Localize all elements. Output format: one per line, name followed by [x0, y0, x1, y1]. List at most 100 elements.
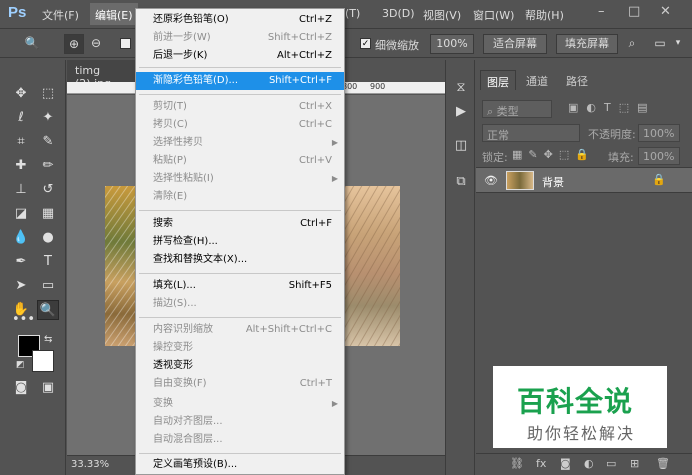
menu-item-content-aware-scale[interactable]: 内容识别缩放 Alt+Shift+Ctrl+C: [136, 321, 344, 339]
rectangle-tool-icon[interactable]: ▭: [37, 276, 59, 296]
menu-item-undo[interactable]: 还原彩色铅笔(O) Ctrl+Z: [136, 11, 344, 29]
zoom-out-icon[interactable]: ⊖: [86, 34, 106, 54]
zoom-in-icon[interactable]: ⊕: [64, 34, 84, 54]
actual-pixels-button[interactable]: 100%: [430, 34, 474, 54]
scrubby-zoom-checkbox[interactable]: ✓: [360, 38, 371, 49]
menu-item-define-brush[interactable]: 定义画笔预设(B)...: [136, 456, 344, 474]
swap-colors-icon[interactable]: ⇆: [44, 334, 52, 345]
screen-mode-icon[interactable]: ▣: [37, 378, 59, 398]
lock-icons[interactable]: ▦✎✥⬚🔒: [512, 148, 595, 161]
actions-play-icon[interactable]: ▶: [451, 102, 471, 122]
filter-kind-select[interactable]: ⌕ 类型: [482, 100, 552, 118]
menu-item-cut[interactable]: 剪切(T) Ctrl+X: [136, 98, 344, 116]
history-panel-icon[interactable]: ⧖: [451, 78, 471, 98]
menu-item-fill[interactable]: 填充(L)... Shift+F5: [136, 277, 344, 295]
path-selection-icon[interactable]: ➤: [10, 276, 32, 296]
menu-item-search[interactable]: 搜索 Ctrl+F: [136, 215, 344, 233]
lasso-tool-icon[interactable]: ℓ: [10, 108, 32, 128]
menu-item-auto-align[interactable]: 自动对齐图层...: [136, 413, 344, 431]
eraser-tool-icon[interactable]: ◪: [10, 204, 32, 224]
workspace-icon[interactable]: ▭: [650, 34, 670, 54]
zoom-tool-icon[interactable]: 🔍: [37, 300, 59, 320]
new-group-icon[interactable]: ▭: [606, 457, 616, 470]
fill-screen-button[interactable]: 填充屏幕: [556, 34, 618, 54]
menu-view[interactable]: 视图(V): [423, 7, 461, 23]
add-mask-icon[interactable]: ◙: [560, 457, 571, 470]
menu-item-puppet-warp[interactable]: 操控变形: [136, 339, 344, 357]
eyedropper-icon[interactable]: ✎: [37, 132, 59, 152]
brush-tool-icon[interactable]: ✏: [37, 156, 59, 176]
fit-screen-button[interactable]: 适合屏幕: [483, 34, 547, 54]
close-icon[interactable]: ✕: [660, 4, 671, 19]
more-tools-icon[interactable]: •••: [12, 310, 35, 330]
watermark: 百科全说 助你轻松解决: [493, 366, 667, 448]
menu-item-paste-special[interactable]: 选择性粘贴(I) ▶: [136, 170, 344, 188]
filter-icons[interactable]: ▣◐T⬚▤: [568, 101, 656, 114]
resize-windows-checkbox[interactable]: [120, 38, 131, 49]
adjustments-icon[interactable]: ◫: [451, 136, 471, 156]
tab-layers[interactable]: 图层: [480, 70, 516, 90]
menu-item-step-forward[interactable]: 前进一步(W) Shift+Ctrl+Z: [136, 29, 344, 47]
blend-mode-select[interactable]: 正常: [482, 124, 580, 142]
menu-item-perspective-warp[interactable]: 透视变形: [136, 357, 344, 375]
crop-tool-icon[interactable]: ⌗: [10, 132, 32, 152]
move-tool-icon[interactable]: ✥: [10, 84, 32, 104]
menu-file[interactable]: 文件(F): [42, 7, 79, 23]
background-color-swatch[interactable]: [32, 350, 54, 372]
menu-item-shortcut: Shift+Ctrl+F: [268, 75, 332, 86]
watermark-subtitle: 助你轻松解决: [527, 424, 636, 443]
clone-stamp-icon[interactable]: ⊥: [10, 180, 32, 200]
menu-item-step-backward[interactable]: 后退一步(K) Alt+Ctrl+Z: [136, 47, 344, 65]
menu-item-copy-special[interactable]: 选择性拷贝 ▶: [136, 134, 344, 152]
marquee-tool-icon[interactable]: ⬚: [37, 84, 59, 104]
menu-item-copy[interactable]: 拷贝(C) Ctrl+C: [136, 116, 344, 134]
menu-item-shortcut: Shift+F5: [288, 280, 332, 291]
delete-layer-icon[interactable]: 🗑: [656, 457, 670, 470]
menu-item-spell-check[interactable]: 拼写检查(H)...: [136, 233, 344, 251]
menu-item-shortcut: Shift+Ctrl+Z: [267, 32, 332, 43]
blur-tool-icon[interactable]: 💧: [10, 228, 32, 248]
quick-mask-icon[interactable]: ◙: [10, 378, 32, 398]
adjustment-layer-icon[interactable]: ◐: [584, 457, 594, 470]
menu-item-clear[interactable]: 清除(E): [136, 188, 344, 206]
link-layers-icon[interactable]: ⛓: [510, 457, 524, 470]
new-layer-icon[interactable]: ⊞: [630, 457, 639, 470]
fx-icon[interactable]: fx: [536, 457, 546, 470]
menu-help[interactable]: 帮助(H): [525, 7, 564, 23]
menu-item-stroke[interactable]: 描边(S)...: [136, 295, 344, 313]
zoom-tool-preset-icon[interactable]: 🔍: [22, 34, 42, 54]
maximize-icon[interactable]: □: [628, 4, 640, 19]
menu-item-paste[interactable]: 粘贴(P) Ctrl+V: [136, 152, 344, 170]
tab-channels[interactable]: 通道: [520, 70, 554, 90]
fill-input[interactable]: 100%: [638, 147, 680, 165]
menu-item-label: 拷贝(C): [153, 119, 188, 130]
properties-icon[interactable]: ⧉: [451, 172, 471, 192]
search-icon[interactable]: ⌕: [622, 34, 642, 54]
menu-window[interactable]: 窗口(W): [473, 7, 514, 23]
default-colors-icon[interactable]: ◩: [16, 360, 25, 370]
type-tool-icon[interactable]: T: [37, 252, 59, 272]
menu-item-fade[interactable]: 渐隐彩色铅笔(D)... Shift+Ctrl+F: [136, 72, 344, 90]
menu-item-free-transform[interactable]: 自由变换(F) Ctrl+T: [136, 375, 344, 393]
menu-item-label: 还原彩色铅笔(O): [153, 14, 229, 25]
healing-brush-icon[interactable]: ✚: [10, 156, 32, 176]
menu-3d[interactable]: 3D(D): [382, 7, 415, 20]
history-brush-icon[interactable]: ↺: [37, 180, 59, 200]
opacity-input[interactable]: 100%: [638, 124, 680, 142]
minimize-icon[interactable]: –: [598, 4, 605, 19]
layer-row-background[interactable]: 👁 背景 🔒: [476, 167, 692, 193]
tab-paths[interactable]: 路径: [560, 70, 594, 90]
gradient-tool-icon[interactable]: ▦: [37, 204, 59, 224]
dodge-tool-icon[interactable]: ●: [37, 228, 59, 248]
menu-item-label: 自动对齐图层...: [153, 416, 223, 427]
magic-wand-icon[interactable]: ✦: [37, 108, 59, 128]
chevron-down-icon[interactable]: ▾: [668, 34, 688, 54]
pen-tool-icon[interactable]: ✒: [10, 252, 32, 272]
pencil-texture-right: [345, 186, 400, 346]
menu-type[interactable]: (T): [345, 7, 360, 20]
visibility-eye-icon[interactable]: 👁: [484, 174, 498, 187]
menu-item-find-replace[interactable]: 查找和替换文本(X)...: [136, 251, 344, 269]
menu-edit[interactable]: 编辑(E): [90, 3, 138, 25]
menu-item-transform[interactable]: 变换 ▶: [136, 395, 344, 413]
menu-item-auto-blend[interactable]: 自动混合图层...: [136, 431, 344, 449]
